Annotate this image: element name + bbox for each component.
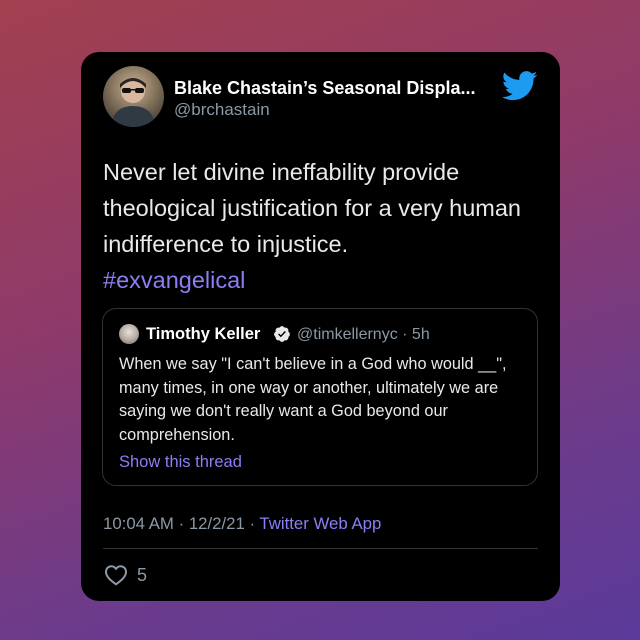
like-count: 5 [137, 565, 148, 585]
quoted-tweet-text: When we say "I can't believe in a God wh… [119, 355, 507, 444]
tweet-timestamp[interactable]: 10:04 AM · 12/2/21 · [103, 514, 259, 533]
tweet-text: Never let divine ineffability provide th… [103, 159, 521, 257]
author-display-name[interactable]: Blake Chastain’s Seasonal Displa... [174, 78, 475, 99]
tweet-card: Blake Chastain’s Seasonal Displa... @brc… [81, 52, 560, 601]
show-thread-link[interactable]: Show this thread [119, 453, 242, 472]
author-avatar[interactable] [103, 66, 164, 127]
divider [103, 548, 538, 549]
tweet-body: Never let divine ineffability provide th… [103, 154, 543, 298]
verified-badge-icon [274, 326, 290, 342]
quoted-handle-time[interactable]: @timkellernyc · 5h [297, 326, 430, 344]
tweet-meta: 10:04 AM · 12/2/21 · Twitter Web App [103, 514, 381, 534]
heart-outline-icon[interactable] [104, 564, 128, 586]
quoted-tweet[interactable]: Timothy Keller @timkellernyc · 5h When w… [102, 308, 538, 486]
quoted-author-name[interactable]: Timothy Keller [146, 325, 260, 344]
twitter-bird-icon[interactable] [502, 71, 538, 101]
hashtag-link[interactable]: #exvangelical [103, 267, 245, 293]
author-handle[interactable]: @brchastain [174, 100, 270, 120]
quoted-author-avatar[interactable] [119, 324, 139, 344]
source-app-link[interactable]: Twitter Web App [259, 514, 381, 533]
